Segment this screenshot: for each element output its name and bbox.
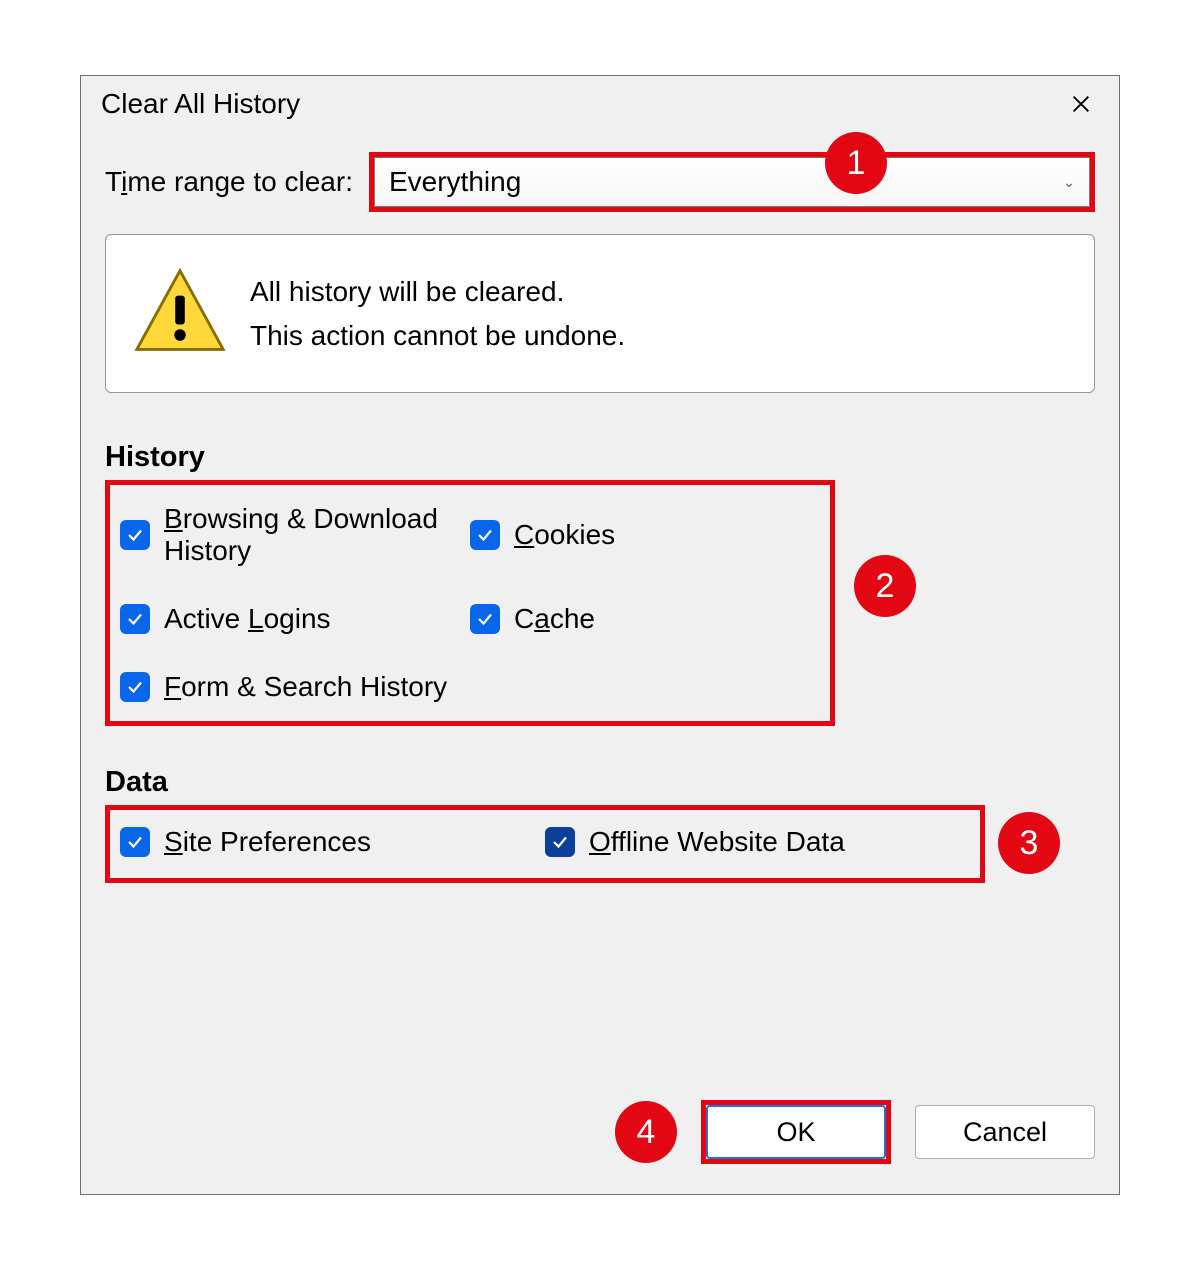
warning-text: All history will be cleared. This action… (250, 270, 625, 358)
checkbox-label: Form & Search History (164, 671, 447, 703)
callout-4: 4 (615, 1101, 677, 1163)
time-range-value: Everything (389, 166, 521, 198)
dialog-title: Clear All History (101, 88, 300, 120)
checkbox-label: Offline Website Data (589, 826, 845, 858)
button-row: 4 OK Cancel (615, 1100, 1095, 1164)
annotation-frame-1: Everything ⌄ (369, 152, 1095, 212)
history-heading: History (105, 441, 1095, 474)
data-heading: Data (105, 766, 1095, 799)
checkbox-label: Browsing & Download History (164, 503, 470, 567)
checkbox-cache[interactable]: Cache (470, 603, 820, 635)
checkbox-offline-website-data[interactable]: Offline Website Data (545, 826, 970, 858)
time-range-row: Time range to clear: Everything ⌄ 1 (105, 152, 1095, 212)
titlebar: Clear All History (81, 76, 1119, 132)
warning-line-1: All history will be cleared. (250, 270, 625, 314)
time-range-label: Time range to clear: (105, 166, 353, 198)
callout-1: 1 (825, 132, 887, 194)
time-range-select[interactable]: Everything ⌄ (374, 157, 1090, 207)
warning-line-2: This action cannot be undone. (250, 314, 625, 358)
warning-icon (132, 263, 228, 364)
checkbox-cookies[interactable]: Cookies (470, 503, 820, 567)
checkbox-site-preferences[interactable]: Site Preferences (120, 826, 545, 858)
close-button[interactable] (1051, 84, 1111, 124)
checkbox-icon (120, 520, 150, 550)
clear-history-dialog: Clear All History Time range to clear: E… (80, 75, 1120, 1195)
annotation-frame-2: Browsing & Download History Cookies Acti… (105, 480, 835, 726)
checkbox-form-search-history[interactable]: Form & Search History (120, 671, 470, 703)
checkbox-icon (120, 672, 150, 702)
checkbox-icon (120, 604, 150, 634)
chevron-down-icon: ⌄ (1063, 174, 1075, 191)
checkbox-icon (470, 604, 500, 634)
checkbox-icon (545, 827, 575, 857)
checkbox-icon (470, 520, 500, 550)
checkbox-browsing-download-history[interactable]: Browsing & Download History (120, 503, 470, 567)
close-icon (1070, 93, 1092, 115)
checkbox-icon (120, 827, 150, 857)
checkbox-label: Active Logins (164, 603, 331, 635)
callout-2: 2 (854, 555, 916, 617)
callout-3: 3 (998, 812, 1060, 874)
checkbox-active-logins[interactable]: Active Logins (120, 603, 470, 635)
cancel-button[interactable]: Cancel (915, 1105, 1095, 1159)
annotation-frame-3: Site Preferences Offline Website Data 3 (105, 805, 985, 883)
checkbox-label: Cache (514, 603, 595, 635)
annotation-frame-4: OK (701, 1100, 891, 1164)
ok-button[interactable]: OK (706, 1105, 886, 1159)
warning-box: All history will be cleared. This action… (105, 234, 1095, 393)
checkbox-label: Site Preferences (164, 826, 371, 858)
checkbox-label: Cookies (514, 519, 615, 551)
dialog-content: Time range to clear: Everything ⌄ 1 All … (81, 132, 1119, 883)
